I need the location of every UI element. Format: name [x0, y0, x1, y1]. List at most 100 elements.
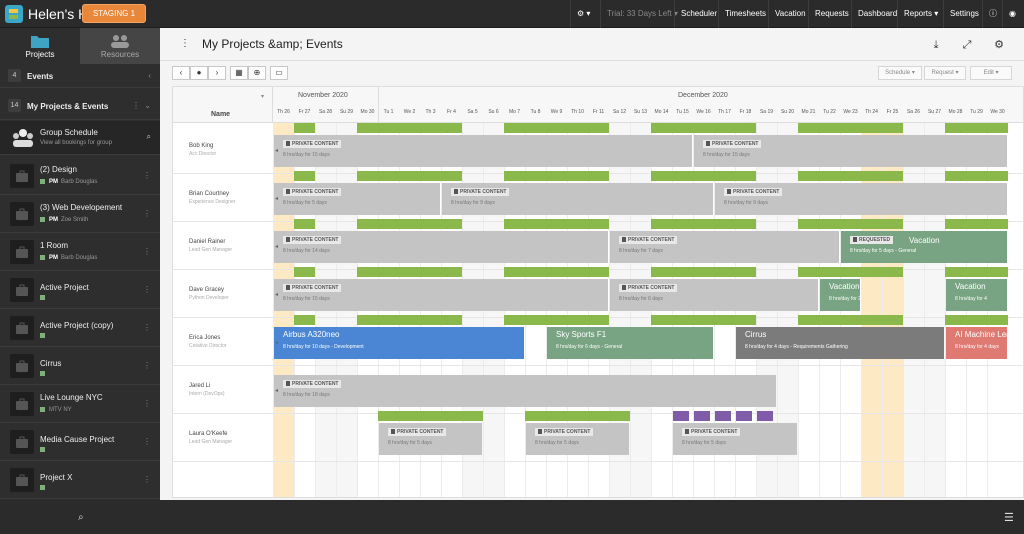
booking-bar[interactable]: ◂ PRIVATE CONTENT 8 hrs/day for 5 days — [274, 183, 440, 215]
sidebar-item[interactable]: Cirrus ⋮ — [0, 347, 160, 385]
booking-title: Vacation — [909, 236, 940, 245]
booking-bar[interactable]: PRIVATE CONTENT 8 hrs/day for 15 days — [694, 135, 1007, 167]
booking-bar[interactable]: ◂ Airbus A320neo 8 hrs/day for 10 days - D… — [274, 327, 524, 359]
today-button[interactable]: ● — [190, 66, 208, 80]
booking-bar[interactable]: ◂ PRIVATE CONTENT 8 hrs/day for 14 days — [274, 231, 608, 263]
kebab-icon[interactable]: ⋮ — [180, 38, 190, 49]
sidebar-my-projects[interactable]: 14 My Projects & Events ⋮ ⌄ — [0, 92, 160, 120]
booking-tag-text: PRIVATE CONTENT — [691, 429, 738, 435]
expand-icon[interactable]: ⤢ — [954, 32, 980, 58]
sidebar-item[interactable]: (3) Web Developement PM Zoe Smith ⋮ — [0, 195, 160, 233]
edit-dropdown[interactable]: Edit ▾ — [970, 66, 1012, 80]
chevron-left-icon[interactable]: ‹ — [148, 71, 151, 80]
kebab-icon[interactable]: ⋮ — [143, 399, 151, 408]
booking-title: Vacation — [955, 282, 986, 291]
nav-reports[interactable]: Reports ▾ — [897, 0, 944, 28]
person-name[interactable]: Brian Courtney — [189, 191, 229, 197]
sidebar-item[interactable]: Live Lounge NYC MTV NY ⋮ — [0, 385, 160, 423]
kebab-icon[interactable]: ⋮ — [143, 323, 151, 332]
info-icon[interactable]: ⓘ — [982, 0, 1002, 28]
nav-requests[interactable]: Requests — [808, 0, 855, 28]
menu-icon[interactable]: ☰ — [1004, 511, 1014, 524]
sidebar-item[interactable]: 1 Room PM Barb Douglas ⋮ — [0, 233, 160, 271]
zoom-icon[interactable]: ⊕ — [248, 66, 266, 80]
booking-bar[interactable]: Cirrus 8 hrs/day for 4 days - Requirement… — [736, 327, 944, 359]
kebab-icon[interactable]: ⋮ — [143, 171, 151, 180]
kebab-icon[interactable]: ⋮ — [143, 475, 151, 484]
tab-projects[interactable]: Projects — [0, 28, 80, 64]
booking-bar[interactable]: PRIVATE CONTENT 8 hrs/day for 6 days — [610, 279, 818, 311]
person-name[interactable]: Laura O'Keefe — [189, 431, 228, 437]
download-icon[interactable]: ⤓ — [923, 32, 949, 58]
search-icon[interactable]: ⌕ — [78, 512, 84, 523]
booking-bar[interactable]: ◂ PRIVATE CONTENT 8 hrs/day for 15 days — [274, 279, 608, 311]
booking-bar[interactable]: Vacation 8 hrs/day for 4 — [946, 279, 1007, 311]
booking-subtitle: 8 hrs/day for 9 days — [451, 200, 495, 206]
kebab-icon[interactable]: ⋮ — [143, 247, 151, 256]
capacity-marker — [693, 267, 714, 277]
nav-scheduler[interactable]: Scheduler — [674, 0, 723, 28]
capacity-marker — [441, 219, 462, 229]
capacity-marker — [378, 123, 399, 133]
booking-bar[interactable]: PRIVATE CONTENT 8 hrs/day for 5 days — [526, 423, 629, 455]
booking-bar[interactable]: PRIVATE CONTENT 8 hrs/day for 9 days — [715, 183, 1007, 215]
sidebar-item[interactable]: Active Project (copy) ⋮ — [0, 309, 160, 347]
kebab-icon[interactable]: ⋮ — [132, 101, 140, 110]
kebab-icon[interactable]: ⋮ — [143, 437, 151, 446]
overtime-marker — [694, 411, 710, 421]
monitor-icon[interactable]: ▭ — [270, 66, 288, 80]
gear-icon[interactable]: ⚙ — [986, 32, 1012, 58]
booking-bar[interactable]: ◂ PRIVATE CONTENT 8 hrs/day for 18 days — [274, 375, 776, 407]
booking-bar[interactable]: PRIVATE CONTENT 8 hrs/day for 9 days — [442, 183, 713, 215]
tab-resources[interactable]: Resources — [80, 28, 160, 64]
capacity-marker — [378, 267, 399, 277]
booking-tag-text: PRIVATE CONTENT — [733, 189, 780, 195]
sort-icon[interactable]: ▾ — [261, 93, 264, 100]
booking-bar[interactable]: REQUESTED Vacation 8 hrs/day for 5 days - … — [841, 231, 1007, 263]
kebab-icon[interactable]: ⋮ — [143, 285, 151, 294]
nav-timesheets[interactable]: Timesheets — [718, 0, 772, 28]
capacity-marker — [798, 267, 819, 277]
booking-bar[interactable]: PRIVATE CONTENT 8 hrs/day for 7 days — [610, 231, 839, 263]
nav-settings[interactable]: Settings — [943, 0, 985, 28]
calendar-icon[interactable]: ▦ — [230, 66, 248, 80]
person-name[interactable]: Jared Li — [189, 383, 210, 389]
person-name[interactable]: Bob King — [189, 143, 213, 149]
person-name[interactable]: Erica Jones — [189, 335, 220, 341]
booking-bar[interactable]: ◂ PRIVATE CONTENT 8 hrs/day for 15 days — [274, 135, 692, 167]
capacity-marker — [651, 267, 672, 277]
person-name[interactable]: Daniel Rainer — [189, 239, 225, 245]
search-icon[interactable]: ⌕ — [147, 132, 151, 142]
sidebar-item[interactable]: Active Project ⋮ — [0, 271, 160, 309]
chevron-down-icon[interactable]: ⌄ — [144, 101, 151, 110]
trial-button[interactable]: Trial: 33 Days Left ▾ — [600, 0, 684, 28]
schedule-grid[interactable]: Name ▾ November 2020 December 2020 Th 26 Fr 2… — [172, 86, 1024, 498]
sidebar-item[interactable]: Media Cause Project ⋮ — [0, 423, 160, 461]
kebab-icon[interactable]: ⋮ — [143, 209, 151, 218]
booking-bar[interactable]: PRIVATE CONTENT 8 hrs/day for 5 days — [673, 423, 797, 455]
app-logo-icon[interactable] — [4, 4, 24, 24]
prev-button[interactable]: ‹ — [172, 66, 190, 80]
nav-dashboard[interactable]: Dashboard — [851, 0, 903, 28]
booking-bar[interactable]: Sky Sports F1 8 hrs/day for 6 days - Gene… — [547, 327, 713, 359]
user-avatar-icon[interactable]: ◉ — [1002, 0, 1024, 28]
booking-bar[interactable]: PRIVATE CONTENT 8 hrs/day for 5 days — [379, 423, 482, 455]
sidebar-events[interactable]: 4 Events ‹ — [0, 64, 160, 88]
booking-bar[interactable]: AI Machine Learn 8 hrs/day for 4 days — [946, 327, 1007, 359]
sidebar-item[interactable]: Project X ⋮ — [0, 461, 160, 499]
next-button[interactable]: › — [208, 66, 226, 80]
day-label: Sa 5 — [467, 109, 478, 115]
person-name[interactable]: Dave Gracey — [189, 287, 224, 293]
capacity-marker — [987, 123, 1008, 133]
schedule-dropdown[interactable]: Schedule ▾ — [878, 66, 922, 80]
gear-menu-button[interactable]: ⚙ ▾ — [570, 0, 598, 28]
kebab-icon[interactable]: ⋮ — [143, 361, 151, 370]
staging-button[interactable]: STAGING 1 — [82, 4, 146, 23]
day-label: Fr 4 — [447, 109, 456, 115]
sidebar-item[interactable]: (2) Design PM Barb Douglas ⋮ — [0, 157, 160, 195]
sidebar-group-schedule[interactable]: Group Schedule View all bookings for gro… — [0, 121, 160, 155]
request-dropdown[interactable]: Request ▾ — [924, 66, 966, 80]
nav-vacation[interactable]: Vacation — [768, 0, 812, 28]
booking-tag-text: PRIVATE CONTENT — [460, 189, 507, 195]
booking-bar[interactable]: Vacation 8 hrs/day for 2 — [820, 279, 860, 311]
